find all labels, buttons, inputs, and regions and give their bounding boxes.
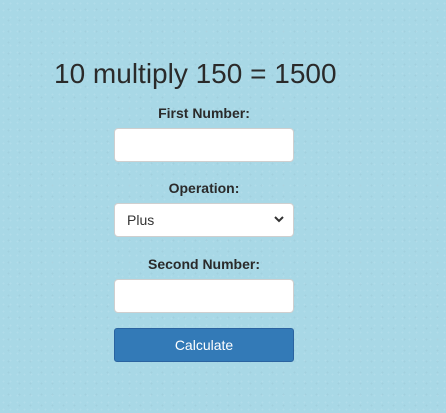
operation-label: Operation: (168, 180, 240, 196)
operation-selected-value: Plus (127, 212, 155, 228)
first-number-label: First Number: (158, 105, 250, 121)
calculate-button[interactable]: Calculate (114, 328, 294, 362)
operation-select-box[interactable]: Plus (114, 203, 294, 237)
chevron-down-icon (274, 216, 284, 223)
operation-select[interactable]: Plus (114, 203, 294, 237)
first-number-input[interactable] (114, 128, 294, 162)
calculator-form: First Number: Operation: Plus Second Num… (114, 104, 294, 362)
result-heading: 10 multiply 150 = 1500 (54, 58, 337, 89)
second-number-input[interactable] (114, 279, 294, 313)
second-number-label: Second Number: (147, 256, 260, 272)
